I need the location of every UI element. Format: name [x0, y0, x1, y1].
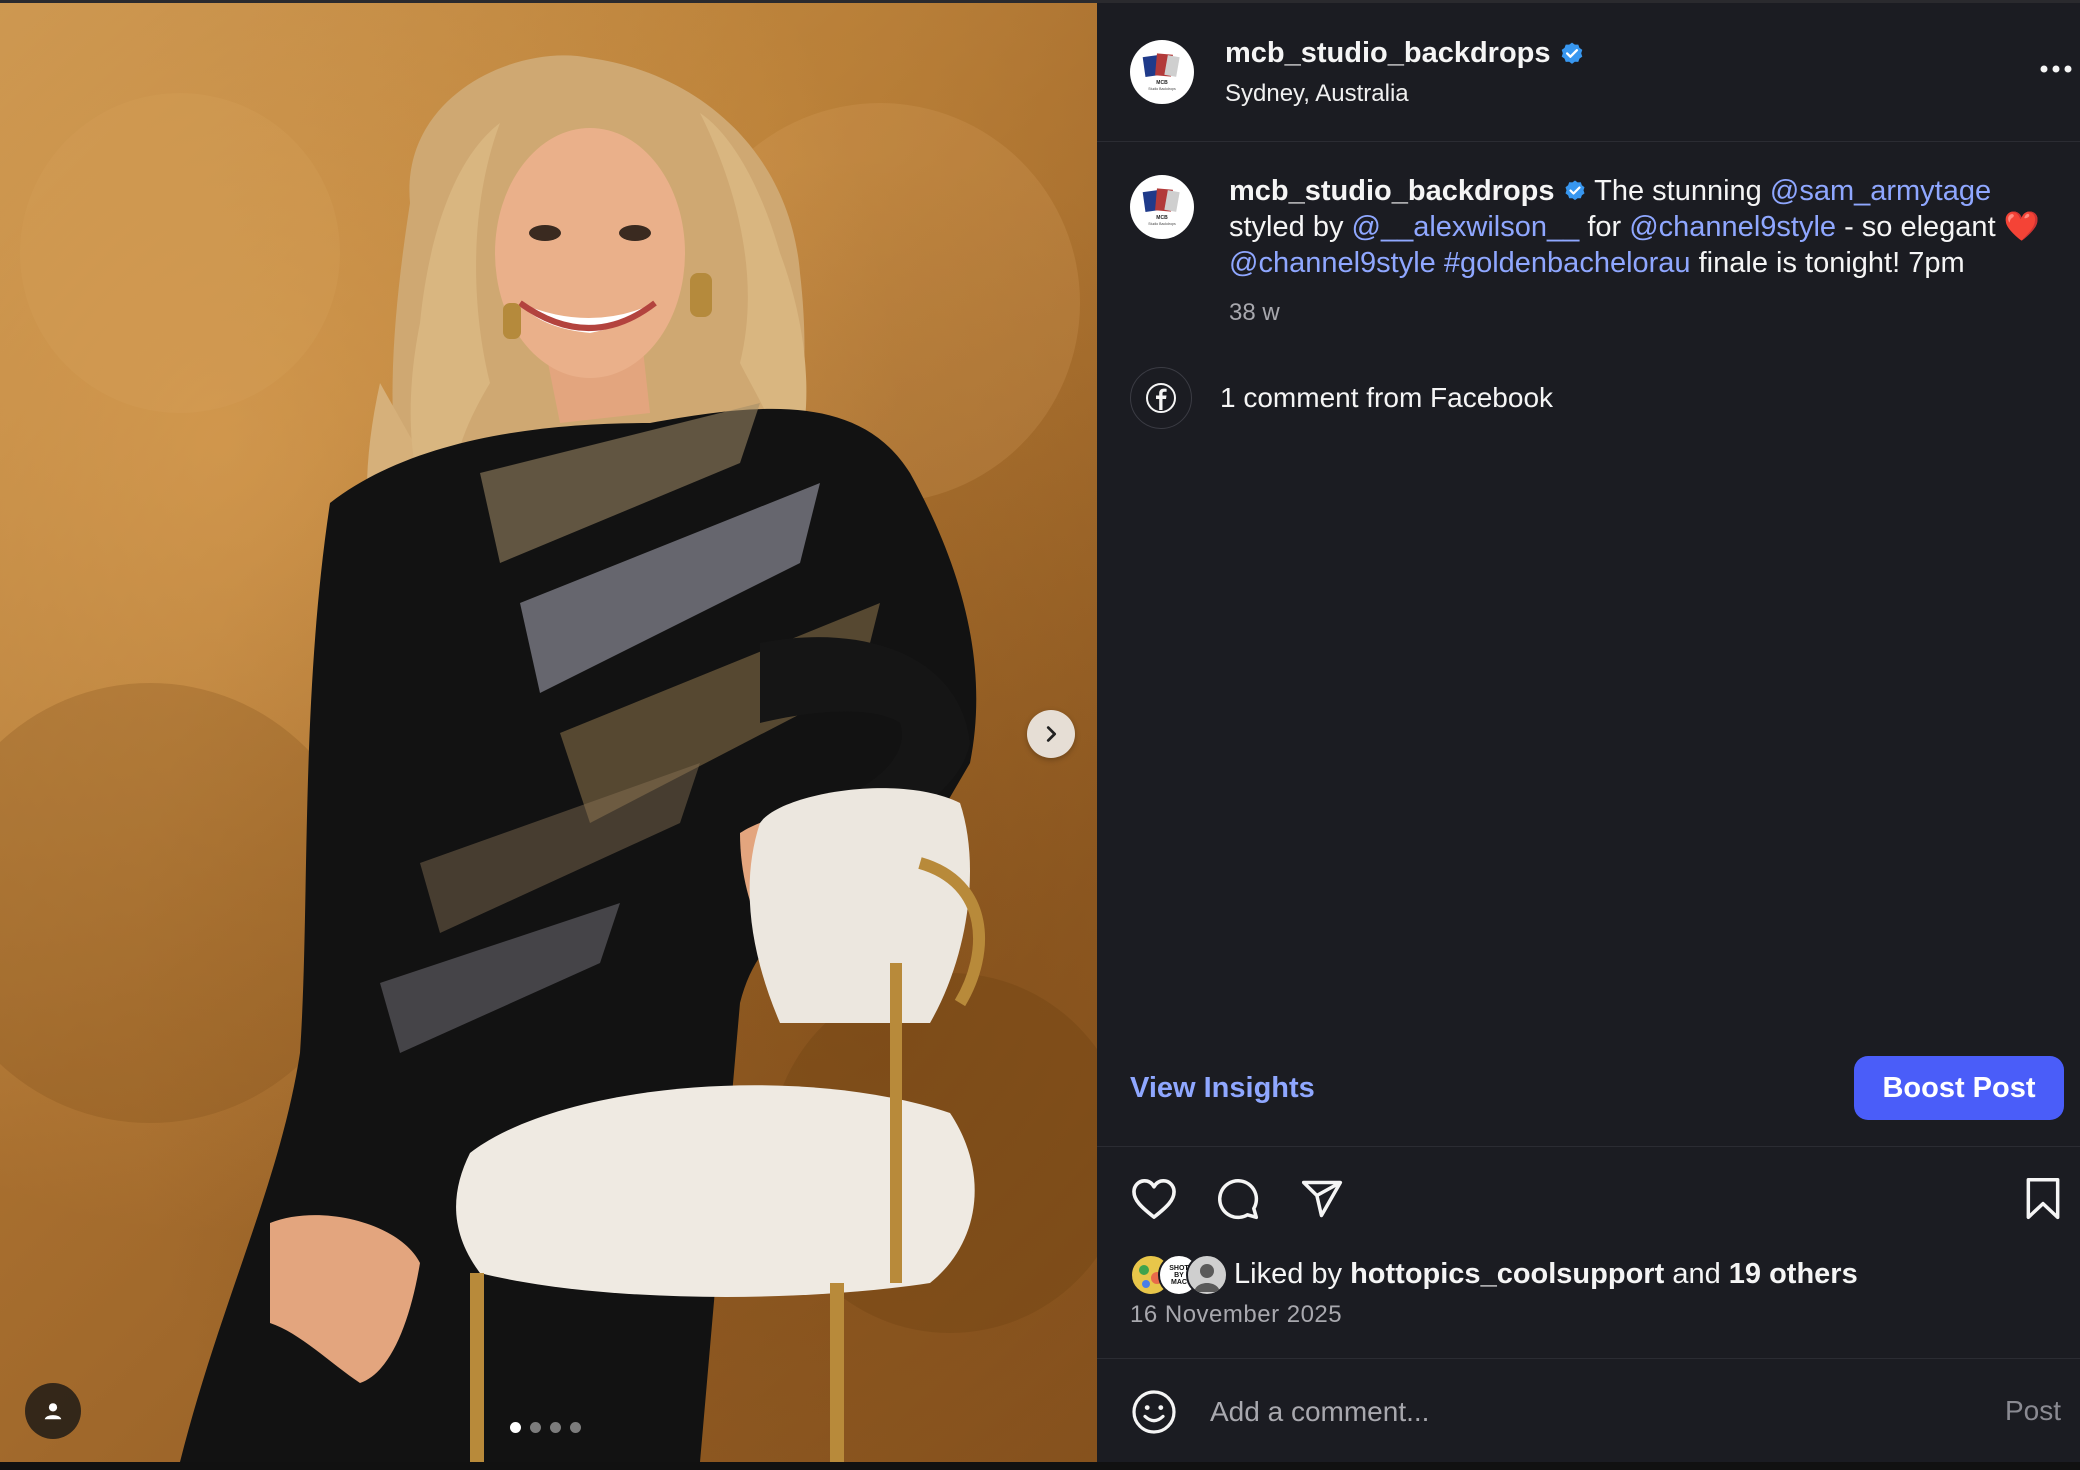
send-icon — [1301, 1180, 1343, 1218]
bottom-strip — [0, 1462, 2080, 1470]
caption-text: The stunning — [1594, 175, 1762, 207]
add-comment-row — [1130, 1388, 1912, 1436]
person-icon — [44, 1403, 62, 1420]
chevron-right-icon — [1046, 726, 1057, 742]
post-date[interactable]: 16 November 2025 — [1130, 1301, 1342, 1329]
hashtag-link[interactable]: #goldenbachelorau — [1444, 247, 1691, 279]
post-actions — [1130, 1175, 1346, 1223]
mention-link[interactable]: @sam_armytage — [1770, 175, 1991, 207]
caption-timestamp[interactable]: 38 w — [1229, 299, 1280, 327]
header-username[interactable]: mcb_studio_backdrops — [1225, 37, 1551, 70]
more-horizontal-icon — [2040, 65, 2072, 73]
carousel-indicator — [510, 1422, 581, 1433]
facebook-comments-label: 1 comment from Facebook — [1220, 382, 1554, 413]
liker-username[interactable]: hottopics_coolsupport — [1350, 1258, 1664, 1290]
account-avatar[interactable]: MCB Studio Backdrops — [1130, 40, 1194, 104]
caption-text: styled by — [1229, 211, 1344, 243]
facebook-icon-wrapper — [1130, 367, 1192, 429]
more-options-button[interactable] — [2039, 61, 2073, 79]
likes-summary[interactable]: SHOT BY MAC Liked by hottopics_coolsuppo… — [1130, 1254, 1858, 1296]
svg-text:MCB: MCB — [1156, 80, 1168, 86]
comment-button[interactable] — [1214, 1175, 1262, 1223]
likes-middle: and — [1672, 1257, 1721, 1290]
emoji-picker-button[interactable] — [1130, 1388, 1178, 1436]
post-caption: mcb_studio_backdrops The stunning @sam_a… — [1229, 173, 2049, 281]
carousel-dot — [530, 1422, 541, 1433]
comment-divider — [1097, 1358, 2080, 1359]
smiley-icon — [1132, 1390, 1176, 1434]
tagged-people-button[interactable] — [25, 1383, 81, 1439]
mcb-logo: MCB Studio Backdrops — [1142, 188, 1180, 226]
header-divider — [1097, 141, 2080, 142]
post-side-panel: MCB Studio Backdrops mcb_studio_backdrop… — [1097, 3, 2080, 1462]
verified-badge-icon — [1561, 42, 1582, 64]
heart-emoji: ❤️ — [2003, 211, 2040, 243]
comment-input[interactable] — [1208, 1395, 1912, 1429]
boost-post-button[interactable]: Boost Post — [1854, 1056, 2064, 1120]
post-comment-button[interactable]: Post — [2005, 1395, 2061, 1427]
caption-text: finale is tonight! 7pm — [1698, 247, 1965, 279]
post-image[interactable] — [0, 3, 1097, 1462]
mention-link[interactable]: @channel9style — [1229, 247, 1436, 279]
liker-avatars: SHOT BY MAC — [1130, 1254, 1230, 1296]
carousel-next-button[interactable] — [1027, 710, 1075, 758]
mention-link[interactable]: @__alexwilson__ — [1352, 211, 1580, 243]
header-location[interactable]: Sydney, Australia — [1225, 80, 1409, 108]
likes-prefix: Liked by — [1234, 1257, 1343, 1290]
caption-avatar[interactable]: MCB Studio Backdrops — [1130, 175, 1194, 239]
actions-divider — [1097, 1146, 2080, 1147]
mcb-logo: MCB Studio Backdrops — [1142, 53, 1180, 91]
carousel-dot — [550, 1422, 561, 1433]
comment-icon — [1217, 1178, 1259, 1220]
caption-text: - so elegant — [1844, 211, 1996, 243]
view-insights-link[interactable]: View Insights — [1130, 1072, 1315, 1105]
bookmark-icon — [2026, 1178, 2060, 1220]
header-account: mcb_studio_backdrops — [1225, 37, 1585, 70]
likes-text: Liked by hottopics_coolsupport and 19 ot… — [1234, 1258, 1858, 1291]
svg-text:Studio Backdrops: Studio Backdrops — [1148, 222, 1176, 226]
svg-text:MCB: MCB — [1156, 215, 1168, 221]
caption-text: for — [1587, 211, 1622, 243]
carousel-dot — [510, 1422, 521, 1433]
save-button[interactable] — [2019, 1175, 2067, 1223]
like-button[interactable] — [1130, 1175, 1178, 1223]
likes-others[interactable]: 19 others — [1729, 1258, 1858, 1290]
heart-icon — [1132, 1179, 1176, 1219]
share-button[interactable] — [1298, 1175, 1346, 1223]
svg-text:Studio Backdrops: Studio Backdrops — [1148, 87, 1176, 91]
facebook-comments-row[interactable]: 1 comment from Facebook — [1130, 367, 1553, 429]
verified-badge-icon — [1565, 180, 1585, 201]
facebook-icon — [1146, 383, 1176, 413]
photo-illustration — [0, 55, 1097, 1462]
mention-link[interactable]: @channel9style — [1629, 211, 1836, 243]
liker-avatar-image — [1194, 1264, 1220, 1292]
liker-avatar — [1186, 1254, 1228, 1296]
caption-username[interactable]: mcb_studio_backdrops — [1229, 175, 1555, 207]
carousel-dot — [570, 1422, 581, 1433]
